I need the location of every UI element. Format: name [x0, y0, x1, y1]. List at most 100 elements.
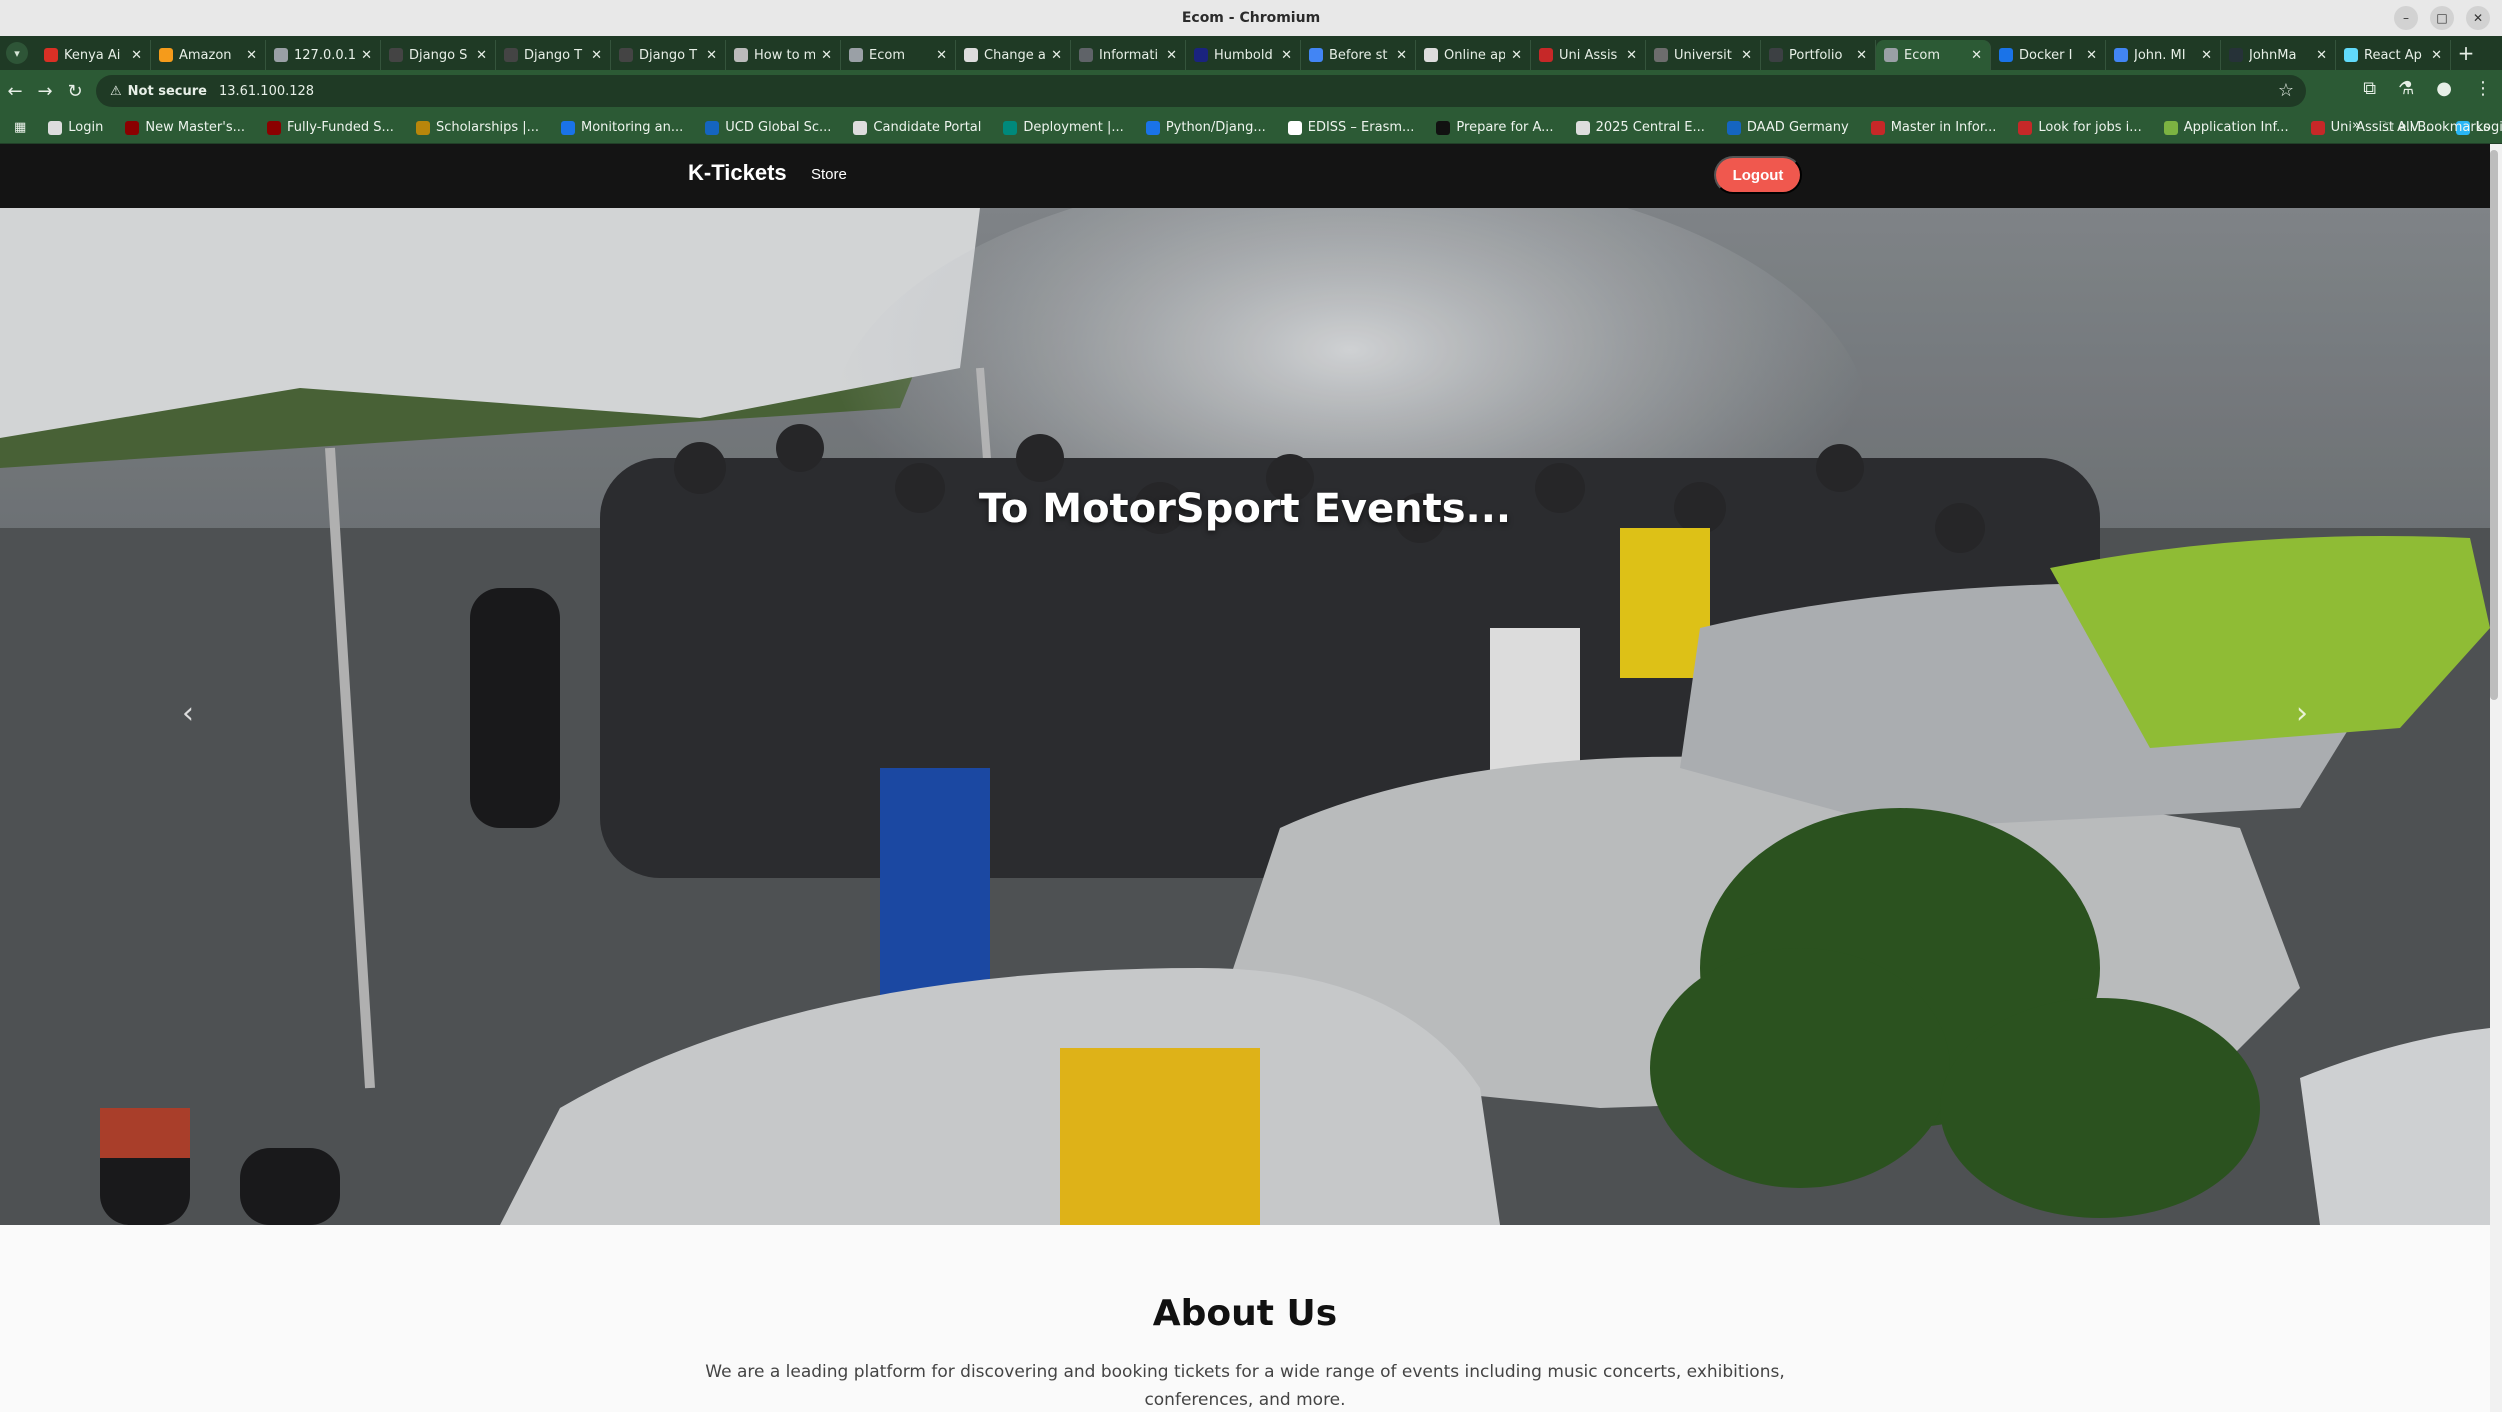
bookmark-label[interactable]: DAAD Germany: [1747, 120, 1849, 135]
security-label[interactable]: Not secure: [128, 84, 207, 99]
browser-tab[interactable]: Amazon ✕: [151, 40, 266, 70]
bookmark-label[interactable]: Python/Djang...: [1166, 120, 1266, 135]
browser-tab[interactable]: Docker I ✕: [1991, 40, 2106, 70]
tab-close-icon[interactable]: ✕: [246, 48, 257, 63]
tab-close-icon[interactable]: ✕: [1511, 48, 1522, 63]
tab-close-icon[interactable]: ✕: [1971, 48, 1982, 63]
bookmark-label[interactable]: EDISS – Erasm...: [1308, 120, 1415, 135]
tab-close-icon[interactable]: ✕: [2086, 48, 2097, 63]
bookmark-star-icon[interactable]: ☆: [2278, 80, 2294, 101]
bookmark-label[interactable]: UCD Global Sc...: [725, 120, 831, 135]
tab-search-icon[interactable]: ▾: [6, 42, 28, 64]
bookmark-item[interactable]: 2025 Central E...: [1575, 120, 1705, 135]
bookmark-label[interactable]: Scholarships |...: [436, 120, 539, 135]
nav-store-link[interactable]: Store: [811, 166, 847, 183]
bookmark-label[interactable]: 2025 Central E...: [1596, 120, 1705, 135]
tab-label[interactable]: Change a: [984, 48, 1045, 63]
tab-close-icon[interactable]: ✕: [936, 48, 947, 63]
bookmark-item[interactable]: EDISS – Erasm...: [1287, 120, 1415, 135]
profile-icon[interactable]: ●: [2436, 78, 2452, 99]
bookmark-label[interactable]: Master in Infor...: [1891, 120, 1997, 135]
tab-close-icon[interactable]: ✕: [2201, 48, 2212, 63]
extensions-icon[interactable]: ⧉: [2363, 78, 2376, 99]
tab-close-icon[interactable]: ✕: [1281, 48, 1292, 63]
bookmark-label[interactable]: Login: [68, 120, 103, 135]
browser-tab[interactable]: Change a ✕: [956, 40, 1071, 70]
tab-label[interactable]: Online ap: [1444, 48, 1505, 63]
browser-tab[interactable]: React Ap ✕: [2336, 40, 2451, 70]
browser-tab[interactable]: How to m ✕: [726, 40, 841, 70]
minimize-icon[interactable]: –: [2394, 6, 2418, 30]
tab-label[interactable]: Uni Assis: [1559, 48, 1620, 63]
tab-close-icon[interactable]: ✕: [1051, 48, 1062, 63]
new-tab-icon[interactable]: +: [2451, 41, 2481, 65]
all-bookmarks-button[interactable]: 🗀 All Bookmarks: [2380, 118, 2490, 140]
address-bar[interactable]: ⚠ Not secure 13.61.100.128 ☆: [96, 75, 2306, 107]
bookmark-item[interactable]: Master in Infor...: [1870, 120, 1997, 135]
browser-tab[interactable]: Django T ✕: [496, 40, 611, 70]
tab-label[interactable]: Amazon: [179, 48, 240, 63]
tab-close-icon[interactable]: ✕: [476, 48, 487, 63]
tab-close-icon[interactable]: ✕: [1626, 48, 1637, 63]
bookmark-label[interactable]: New Master's...: [145, 120, 245, 135]
bookmarks-overflow-icon[interactable]: »: [2352, 118, 2360, 140]
bookmark-item[interactable]: Candidate Portal: [853, 120, 981, 135]
tab-label[interactable]: Before st: [1329, 48, 1390, 63]
bookmark-item[interactable]: New Master's...: [125, 120, 245, 135]
tab-close-icon[interactable]: ✕: [1856, 48, 1867, 63]
bookmark-label[interactable]: Candidate Portal: [873, 120, 981, 135]
tab-close-icon[interactable]: ✕: [361, 48, 372, 63]
browser-tab[interactable]: Portfolio ✕: [1761, 40, 1876, 70]
bookmark-item[interactable]: Fully-Funded S...: [267, 120, 394, 135]
browser-tab[interactable]: Django T ✕: [611, 40, 726, 70]
tab-close-icon[interactable]: ✕: [591, 48, 602, 63]
tab-label[interactable]: Humbold: [1214, 48, 1275, 63]
browser-tab[interactable]: Django S ✕: [381, 40, 496, 70]
browser-tab[interactable]: Uni Assis ✕: [1531, 40, 1646, 70]
browser-tab[interactable]: Humbold ✕: [1186, 40, 1301, 70]
bookmark-item[interactable]: Application Inf...: [2163, 120, 2289, 135]
browser-tab[interactable]: Online ap ✕: [1416, 40, 1531, 70]
browser-tab[interactable]: Universit ✕: [1646, 40, 1761, 70]
carousel-next-icon[interactable]: ›: [2282, 693, 2322, 733]
tab-label[interactable]: How to m: [754, 48, 815, 63]
tab-label[interactable]: 127.0.0.1: [294, 48, 355, 63]
bookmark-label[interactable]: Prepare for A...: [1456, 120, 1553, 135]
tab-close-icon[interactable]: ✕: [1396, 48, 1407, 63]
close-icon[interactable]: ✕: [2466, 6, 2490, 30]
bookmark-item[interactable]: Monitoring an...: [561, 120, 683, 135]
tab-label[interactable]: John. MI: [2134, 48, 2195, 63]
tab-label[interactable]: Ecom: [869, 48, 930, 63]
browser-tab[interactable]: Before st ✕: [1301, 40, 1416, 70]
bookmark-item[interactable]: Look for jobs i...: [2018, 120, 2142, 135]
tab-label[interactable]: React Ap: [2364, 48, 2425, 63]
bookmark-item[interactable]: Scholarships |...: [415, 120, 539, 135]
browser-tab[interactable]: Ecom ✕: [1876, 40, 1991, 70]
tab-close-icon[interactable]: ✕: [1166, 48, 1177, 63]
lab-icon[interactable]: ⚗: [2398, 78, 2414, 99]
browser-tab[interactable]: 127.0.0.1 ✕: [266, 40, 381, 70]
tab-label[interactable]: Django S: [409, 48, 470, 63]
bookmark-item[interactable]: Login: [48, 120, 103, 135]
brand-link[interactable]: K-Tickets: [688, 160, 787, 186]
menu-icon[interactable]: ⋮: [2474, 78, 2492, 99]
bookmark-label[interactable]: Fully-Funded S...: [287, 120, 394, 135]
apps-icon[interactable]: ▦: [14, 120, 26, 135]
url-text[interactable]: 13.61.100.128: [219, 84, 314, 99]
logout-button[interactable]: Logout: [1714, 156, 1802, 194]
tab-close-icon[interactable]: ✕: [131, 48, 142, 63]
bookmark-label[interactable]: Look for jobs i...: [2038, 120, 2141, 135]
tab-label[interactable]: Ecom: [1904, 48, 1965, 63]
bookmark-item[interactable]: Deployment |...: [1003, 120, 1124, 135]
tab-label[interactable]: Informati: [1099, 48, 1160, 63]
bookmark-item[interactable]: Prepare for A...: [1436, 120, 1554, 135]
tab-label[interactable]: JohnMa: [2249, 48, 2310, 63]
bookmark-label[interactable]: Deployment |...: [1023, 120, 1123, 135]
page-scrollbar[interactable]: [2490, 144, 2502, 1412]
browser-tab[interactable]: Kenya Ai ✕: [36, 40, 151, 70]
bookmark-label[interactable]: Application Inf...: [2184, 120, 2289, 135]
back-icon[interactable]: ←: [0, 81, 30, 102]
browser-tab[interactable]: JohnMa ✕: [2221, 40, 2336, 70]
bookmark-item[interactable]: DAAD Germany: [1726, 120, 1849, 135]
maximize-icon[interactable]: □: [2430, 6, 2454, 30]
